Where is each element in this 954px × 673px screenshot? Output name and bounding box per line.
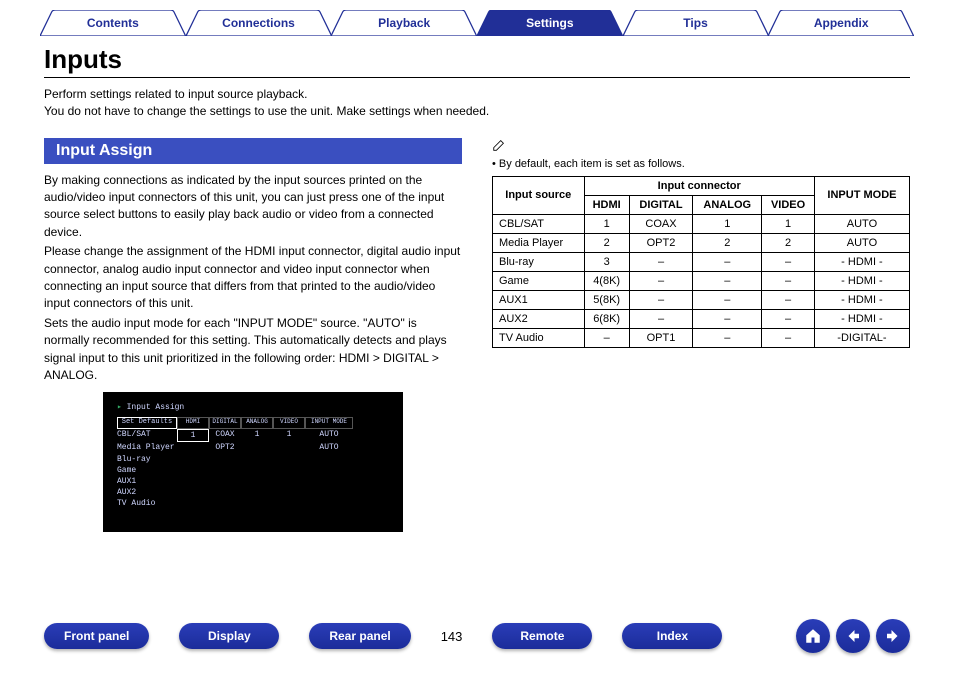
page-title: Inputs <box>44 44 910 78</box>
osd-row: Blu-ray <box>117 454 389 465</box>
th-digital: DIGITAL <box>629 195 693 214</box>
note-text: By default, each item is set as follows. <box>492 158 910 170</box>
osd-row: Game <box>117 465 389 476</box>
tab-label: Appendix <box>814 16 869 30</box>
tab-tips[interactable]: Tips <box>623 10 769 36</box>
osd-row: AUX2 <box>117 487 389 498</box>
remote-button[interactable]: Remote <box>492 623 592 649</box>
index-button[interactable]: Index <box>622 623 722 649</box>
table-row: AUX26(8K)–––- HDMI - <box>493 309 910 328</box>
tab-appendix[interactable]: Appendix <box>768 10 914 36</box>
tab-label: Playback <box>378 16 430 30</box>
arrow-left-icon <box>844 627 862 645</box>
front-panel-button[interactable]: Front panel <box>44 623 149 649</box>
prev-button[interactable] <box>836 619 870 653</box>
home-icon <box>804 627 822 645</box>
bottom-nav: Front panel Display Rear panel 143 Remot… <box>0 619 954 653</box>
osd-row: TV Audio <box>117 498 389 509</box>
osd-head-hdmi: HDMI <box>177 417 209 429</box>
assign-table: Input source Input connector INPUT MODE … <box>492 176 910 348</box>
osd-row: CBL/SAT1COAX11AUTO <box>117 429 389 442</box>
table-row: Game4(8K)–––- HDMI - <box>493 271 910 290</box>
intro-line1: Perform settings related to input source… <box>44 86 910 103</box>
tab-label: Connections <box>222 16 295 30</box>
th-hdmi: HDMI <box>584 195 629 214</box>
body-para-3: Sets the audio input mode for each "INPU… <box>44 315 462 385</box>
osd-head-mode: INPUT MODE <box>305 417 353 429</box>
tab-settings[interactable]: Settings <box>477 10 623 36</box>
osd-row: Media PlayerOPT2AUTO <box>117 442 389 453</box>
osd-row: AUX1 <box>117 476 389 487</box>
page-number: 143 <box>441 629 463 644</box>
display-button[interactable]: Display <box>179 623 279 649</box>
osd-screenshot: Input Assign Set Defaults HDMI DIGITAL A… <box>103 392 403 532</box>
th-video: VIDEO <box>762 195 815 214</box>
table-row: CBL/SAT1COAX11AUTO <box>493 214 910 233</box>
osd-head-video: VIDEO <box>273 417 305 429</box>
rear-panel-button[interactable]: Rear panel <box>309 623 410 649</box>
table-row: Blu-ray3–––- HDMI - <box>493 252 910 271</box>
tab-connections[interactable]: Connections <box>186 10 332 36</box>
table-row: Media Player2OPT222AUTO <box>493 233 910 252</box>
osd-title: Input Assign <box>117 402 389 413</box>
table-row: TV Audio–OPT1––-DIGITAL- <box>493 328 910 347</box>
th-input-mode: INPUT MODE <box>814 176 909 214</box>
tab-playback[interactable]: Playback <box>331 10 477 36</box>
home-button[interactable] <box>796 619 830 653</box>
intro-text: Perform settings related to input source… <box>44 86 910 120</box>
tab-label: Contents <box>87 16 139 30</box>
tab-contents[interactable]: Contents <box>40 10 186 36</box>
next-button[interactable] <box>876 619 910 653</box>
left-column: Input Assign By making connections as in… <box>44 138 462 533</box>
th-input-connector: Input connector <box>584 176 814 195</box>
top-nav: Contents Connections Playback Settings T… <box>0 0 954 36</box>
body-para-1: By making connections as indicated by th… <box>44 172 462 242</box>
osd-head-analog: ANALOG <box>241 417 273 429</box>
osd-head-digital: DIGITAL <box>209 417 241 429</box>
intro-line2: You do not have to change the settings t… <box>44 103 910 120</box>
tab-label: Settings <box>526 16 573 30</box>
arrow-right-icon <box>884 627 902 645</box>
th-analog: ANALOG <box>693 195 762 214</box>
table-row: AUX15(8K)–––- HDMI - <box>493 290 910 309</box>
section-heading: Input Assign <box>44 138 462 164</box>
tab-label: Tips <box>683 16 707 30</box>
osd-set-defaults: Set Defaults <box>117 417 177 429</box>
right-column: By default, each item is set as follows.… <box>492 138 910 533</box>
th-input-source: Input source <box>493 176 585 214</box>
pencil-icon <box>492 138 506 152</box>
body-para-2: Please change the assignment of the HDMI… <box>44 243 462 313</box>
